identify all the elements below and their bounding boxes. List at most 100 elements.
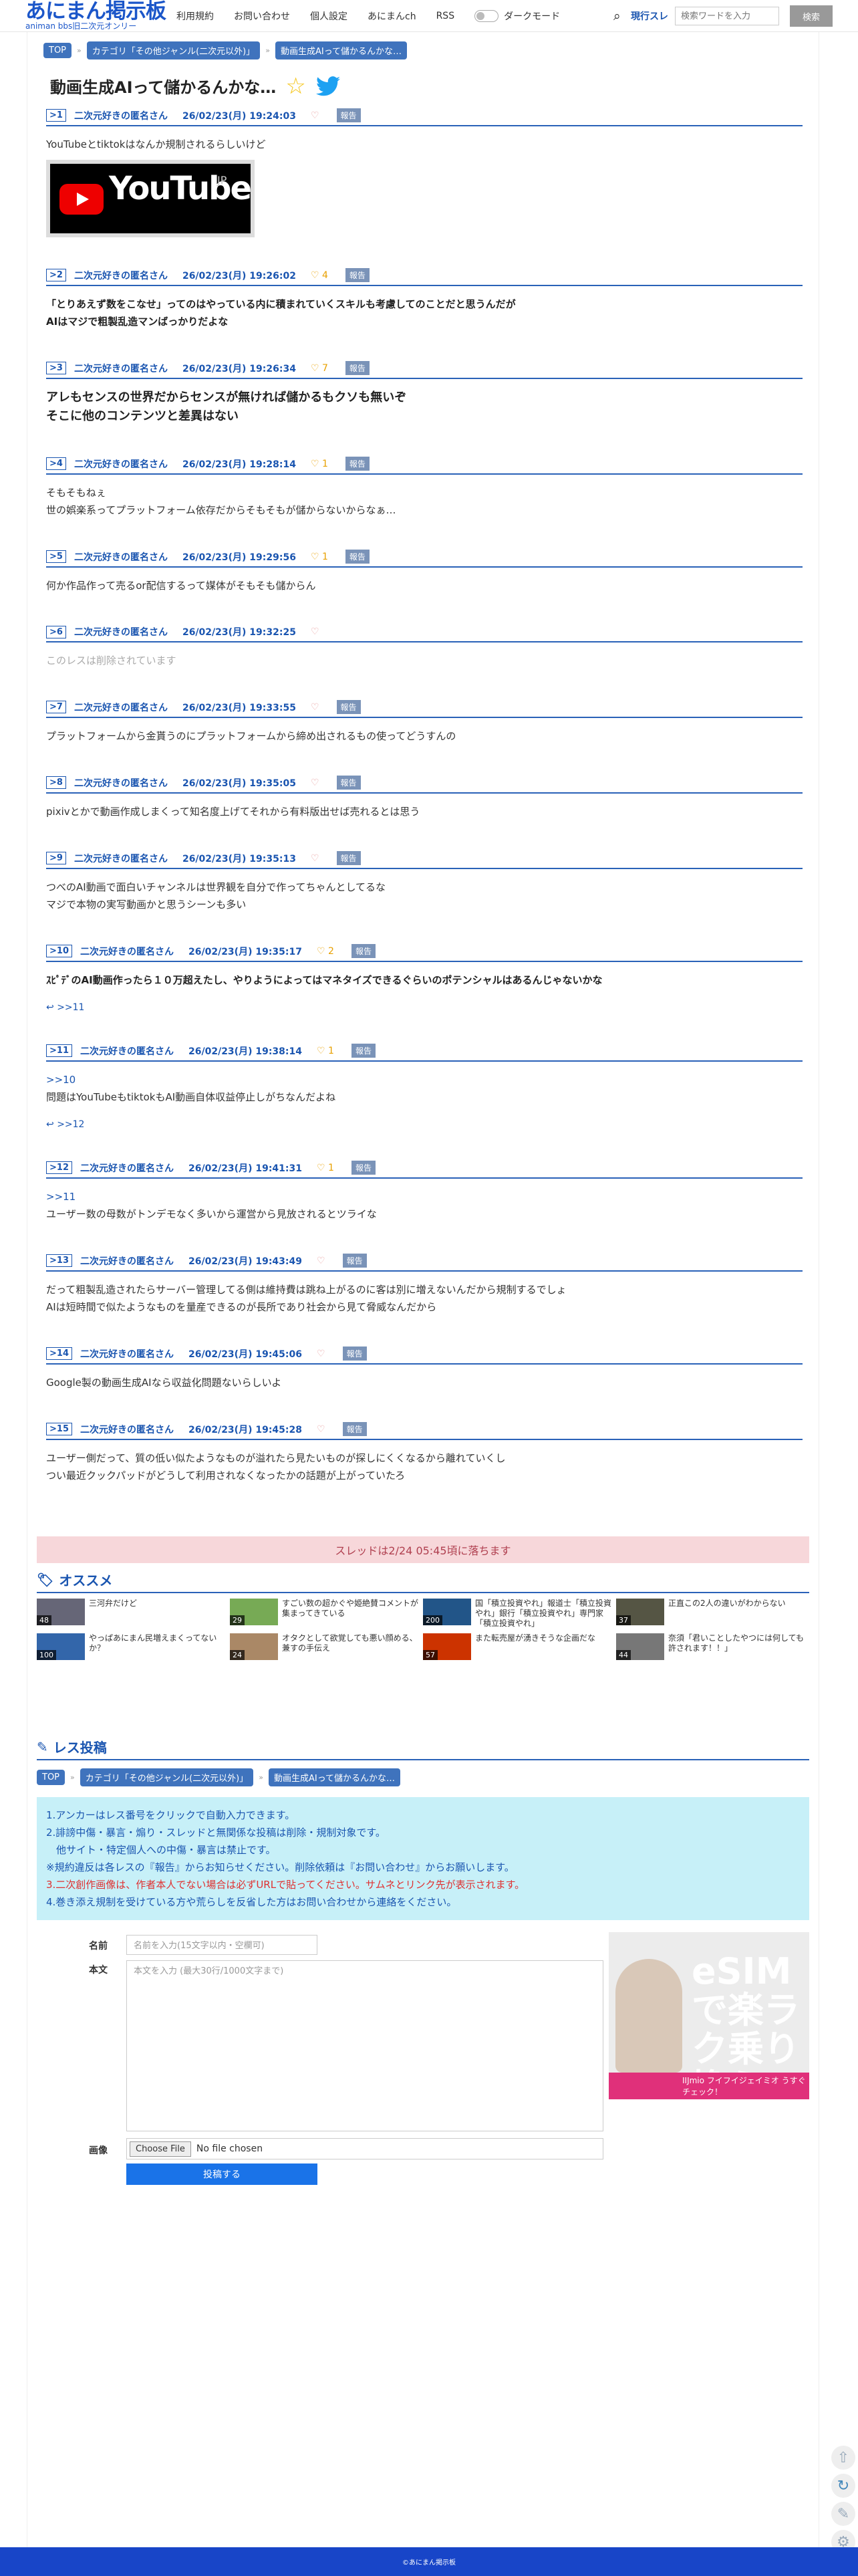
report-button[interactable]: 報告 bbox=[336, 851, 361, 865]
post-number[interactable]: >3 bbox=[46, 362, 66, 374]
like-button[interactable]: ♡ 1 bbox=[311, 552, 328, 562]
report-button[interactable]: 報告 bbox=[351, 1161, 376, 1175]
report-button[interactable]: 報告 bbox=[345, 361, 370, 375]
like-button[interactable]: ♡ 7 bbox=[311, 363, 328, 374]
post-time: 26/02/23(月) 19:33:55 bbox=[182, 702, 296, 713]
post-text-line: だって粗製乱造されたらサーバー管理してる側は維持費は跳ね上がるのに客は別に増えな… bbox=[46, 1284, 567, 1296]
report-button[interactable]: 報告 bbox=[351, 944, 376, 958]
report-button[interactable]: 報告 bbox=[336, 700, 361, 714]
report-button[interactable]: 報告 bbox=[342, 1254, 367, 1268]
image-file-input[interactable]: Choose File No file chosen bbox=[126, 2138, 603, 2159]
recommend-header: 🏷 オススメ bbox=[37, 1570, 809, 1593]
post-number[interactable]: >4 bbox=[46, 457, 66, 470]
like-button[interactable]: ♡ 1 bbox=[317, 1046, 334, 1056]
recommend-item[interactable]: 24 オタクとして欲覚しても悪い顔める、兼すの手伝え bbox=[230, 1633, 423, 1668]
report-button[interactable]: 報告 bbox=[345, 457, 370, 471]
post-anchor-link[interactable]: >>11 bbox=[46, 1188, 803, 1205]
post-number[interactable]: >8 bbox=[46, 776, 66, 789]
recommend-item[interactable]: 48 三河弁だけど bbox=[37, 1599, 230, 1633]
like-button[interactable]: ♡ 1 bbox=[317, 1163, 334, 1173]
like-button[interactable]: ♡ bbox=[317, 1349, 325, 1359]
report-button[interactable]: 報告 bbox=[342, 1346, 367, 1361]
search-scope[interactable]: 現行スレ bbox=[631, 9, 668, 23]
scroll-top-icon[interactable]: ⇧ bbox=[831, 2446, 855, 2470]
like-button[interactable]: ♡ 2 bbox=[317, 946, 334, 957]
search-icon: ⌕ bbox=[613, 9, 621, 23]
post-number[interactable]: >6 bbox=[46, 625, 66, 638]
reply-link[interactable]: ↩ >>12 bbox=[46, 1106, 803, 1130]
like-button[interactable]: ♡ bbox=[311, 626, 319, 637]
post-number[interactable]: >10 bbox=[46, 945, 72, 957]
post-number[interactable]: >14 bbox=[46, 1347, 72, 1360]
search-button[interactable]: 検索 bbox=[790, 5, 833, 27]
search-area: ⌕ 現行スレ 検索 bbox=[613, 5, 833, 27]
twitter-share-icon[interactable] bbox=[315, 76, 341, 96]
post-header: >15 二次元好きの匿名さん 26/02/23(月) 19:45:28 ♡ 報告 bbox=[46, 1422, 803, 1440]
reload-icon[interactable]: ↻ bbox=[831, 2474, 855, 2498]
nav-terms[interactable]: 利用規約 bbox=[176, 9, 214, 23]
like-button[interactable]: ♡ bbox=[317, 1256, 325, 1266]
recommend-item[interactable]: 200 国「積立投資やれ」報道士「積立投資やれ」銀行「積立投資やれ」専門家「積立投… bbox=[423, 1599, 616, 1633]
search-input[interactable] bbox=[675, 7, 779, 25]
breadcrumb-category[interactable]: カテゴリ「その他ジャンル(二次元以外)」 bbox=[80, 1768, 254, 1786]
recommend-item[interactable]: 57 また転売屋が湧きそうな企画だな bbox=[423, 1633, 616, 1668]
post-number[interactable]: >2 bbox=[46, 269, 66, 281]
post-number[interactable]: >9 bbox=[46, 852, 66, 864]
breadcrumb-top[interactable]: TOP bbox=[43, 43, 72, 58]
breadcrumb-thread[interactable]: 動画生成AIって儲かるんかな… bbox=[268, 1768, 401, 1786]
nav-contact[interactable]: お問い合わせ bbox=[234, 9, 290, 23]
nav-animanch[interactable]: あにまんch bbox=[368, 9, 416, 23]
post-author: 二次元好きの匿名さん bbox=[80, 1256, 174, 1267]
like-button[interactable]: ♡ bbox=[311, 110, 319, 121]
favorite-star-icon[interactable]: ☆ bbox=[285, 75, 305, 98]
like-button[interactable]: ♡ 4 bbox=[311, 270, 328, 281]
report-button[interactable]: 報告 bbox=[336, 776, 361, 790]
name-input[interactable]: 名前を入力(15文字以内・空欄可) bbox=[126, 1935, 317, 1955]
choose-file-button[interactable]: Choose File bbox=[130, 2141, 191, 2157]
top-bar: あにまん掲示板 animan bbs旧二次元オンリー 利用規約 お問い合わせ 個… bbox=[0, 0, 858, 32]
like-button[interactable]: ♡ bbox=[311, 702, 319, 713]
rule-line: 3.二次創作画像は、作者本人でない場合は必ずURLで貼ってください。サムネとリン… bbox=[46, 1879, 525, 1891]
recommend-item[interactable]: 100 やっぱあにまん民増えまくってないか？ bbox=[37, 1633, 230, 1668]
report-button[interactable]: 報告 bbox=[351, 1044, 376, 1058]
post-number[interactable]: >11 bbox=[46, 1044, 72, 1057]
post-number[interactable]: >13 bbox=[46, 1254, 72, 1267]
site-logo[interactable]: あにまん掲示板 animan bbs旧二次元オンリー bbox=[25, 1, 166, 31]
recommend-item[interactable]: 37 正直この2人の違いがわからない bbox=[616, 1599, 809, 1633]
report-button[interactable]: 報告 bbox=[336, 108, 361, 122]
nav-settings[interactable]: 個人設定 bbox=[310, 9, 347, 23]
report-button[interactable]: 報告 bbox=[345, 550, 370, 564]
post-number[interactable]: >5 bbox=[46, 550, 66, 563]
post-body: pixivとかで動画作成しまくって知名度上げてそれから有料版出せば売れるとは思う bbox=[46, 794, 803, 820]
recommend-item[interactable]: 44 奈須「君いことしたやつには何しても許されます！！」 bbox=[616, 1633, 809, 1668]
post-body: Google製の動画生成AIなら収益化問題ないらしいよ bbox=[46, 1365, 803, 1391]
post-text-line: 何か作品作って売るor配信するって媒体がそもそも儲からん bbox=[46, 580, 316, 592]
report-button[interactable]: 報告 bbox=[342, 1422, 367, 1436]
write-icon[interactable]: ✎ bbox=[831, 2502, 855, 2526]
post: >9 二次元好きの匿名さん 26/02/23(月) 19:35:13 ♡ 報告 つべのA… bbox=[46, 851, 803, 913]
submit-post-button[interactable]: 投稿する bbox=[126, 2163, 317, 2185]
recommend-item[interactable]: 29 すごい数の超かぐや姫絶賛コメントが集まってきている bbox=[230, 1599, 423, 1633]
report-button[interactable]: 報告 bbox=[345, 268, 370, 282]
recommend-text: また転売屋が湧きそうな企画だな bbox=[475, 1633, 596, 1643]
breadcrumb-top[interactable]: TOP bbox=[37, 1770, 65, 1785]
breadcrumb-thread[interactable]: 動画生成AIって儲かるんかな… bbox=[275, 41, 408, 60]
post-number[interactable]: >12 bbox=[46, 1161, 72, 1174]
post-number[interactable]: >7 bbox=[46, 701, 66, 713]
breadcrumb-category[interactable]: カテゴリ「その他ジャンル(二次元以外)」 bbox=[86, 41, 261, 60]
dark-mode-toggle[interactable] bbox=[474, 9, 499, 22]
nav-rss[interactable]: RSS bbox=[436, 11, 455, 21]
like-button[interactable]: ♡ 1 bbox=[311, 459, 328, 469]
like-button[interactable]: ♡ bbox=[311, 853, 319, 864]
post-number[interactable]: >1 bbox=[46, 109, 66, 122]
reply-link[interactable]: ↩ >>11 bbox=[46, 989, 803, 1013]
like-button[interactable]: ♡ bbox=[317, 1424, 325, 1435]
like-button[interactable]: ♡ bbox=[311, 778, 319, 788]
post-number[interactable]: >15 bbox=[46, 1423, 72, 1435]
dark-mode: ダークモード bbox=[474, 9, 560, 23]
ad-banner[interactable]: eSIMで楽ラク乗り換え IIJmio フイフイジェイミオ うすぐチェック！ bbox=[609, 1932, 809, 2099]
post-image[interactable]: YouTube JP bbox=[46, 160, 255, 237]
post-anchor-link[interactable]: >>10 bbox=[46, 1071, 803, 1088]
recommend-thumbnail: 57 bbox=[423, 1633, 471, 1660]
body-textarea[interactable]: 本文を入力 (最大30行/1000文字まで) bbox=[126, 1960, 603, 2131]
